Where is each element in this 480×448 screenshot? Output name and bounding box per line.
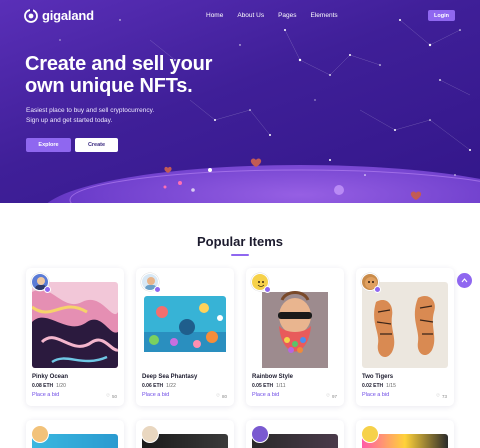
item-image[interactable]: [32, 282, 118, 368]
hero-section: gigaland Home About Us Pages Elements Lo…: [0, 0, 480, 203]
item-image[interactable]: [252, 282, 338, 368]
item-card[interactable]: Two Tigers 0.02 ETH 1/15 Place a bid ♡ 73: [356, 268, 454, 406]
item-image[interactable]: [142, 282, 228, 368]
nav-link-elements[interactable]: Elements: [311, 12, 338, 19]
top-navbar: gigaland Home About Us Pages Elements Lo…: [0, 0, 480, 30]
like-count: 97: [331, 393, 337, 399]
item-price: 0.06 ETH 1/22: [142, 383, 176, 389]
hero-subtitle: Easiest place to buy and sell cryptocurr…: [26, 106, 154, 126]
item-card[interactable]: Deep Sea Phantasy 0.06 ETH 1/22 Place a b…: [136, 268, 234, 406]
place-bid-link[interactable]: Place a bid: [252, 392, 279, 398]
nav-link-about-us[interactable]: About Us: [237, 12, 264, 19]
nav-link-pages[interactable]: Pages: [278, 12, 296, 19]
item-name[interactable]: Deep Sea Phantasy: [142, 374, 197, 380]
section-title: Popular Items: [197, 234, 283, 249]
item-price: 0.08 ETH 1/20: [32, 383, 66, 389]
like-count: 50: [111, 393, 117, 399]
nav-links: Home About Us Pages Elements: [206, 12, 352, 19]
login-button[interactable]: Login: [428, 10, 455, 21]
place-bid-link[interactable]: Place a bid: [142, 392, 169, 398]
item-price-value: 0.02 ETH: [362, 383, 384, 389]
explore-button[interactable]: Explore: [26, 138, 71, 152]
heart-icon: ♡: [435, 393, 440, 398]
place-bid-link[interactable]: Place a bid: [362, 392, 389, 398]
item-card[interactable]: Pinky Ocean 0.08 ETH 1/20 Place a bid ♡ 50: [26, 268, 124, 406]
verified-icon: [374, 286, 381, 293]
scroll-to-top-button[interactable]: [457, 273, 472, 288]
creator-avatar[interactable]: [141, 425, 159, 443]
item-name[interactable]: Pinky Ocean: [32, 374, 68, 380]
item-price-value: 0.06 ETH: [142, 383, 164, 389]
item-price-value: 0.08 ETH: [32, 383, 54, 389]
verified-icon: [264, 286, 271, 293]
item-price: 0.05 ETH 1/11: [252, 383, 286, 389]
heart-icon: ♡: [105, 393, 110, 398]
item-edition-count: 1/20: [56, 383, 66, 389]
nav-link-home[interactable]: Home: [206, 12, 223, 19]
heart-icon: ♡: [215, 393, 220, 398]
like-count: 73: [441, 393, 447, 399]
item-card[interactable]: [136, 420, 234, 448]
heart-icon: ♡: [325, 393, 330, 398]
item-card[interactable]: Rainbow Style 0.05 ETH 1/11 Place a bid ♡…: [246, 268, 344, 406]
like-count: 80: [221, 393, 227, 399]
create-button[interactable]: Create: [75, 138, 118, 152]
verified-icon: [154, 286, 161, 293]
like-button[interactable]: ♡ 73: [436, 393, 447, 399]
logo-swirl-icon: [24, 8, 38, 23]
hero-title: Create and sell your own unique NFTs.: [25, 53, 213, 97]
verified-icon: [44, 286, 51, 293]
item-price: 0.02 ETH 1/15: [362, 383, 396, 389]
like-button[interactable]: ♡ 80: [216, 393, 227, 399]
brand-logo[interactable]: gigaland: [24, 8, 94, 23]
place-bid-link[interactable]: Place a bid: [32, 392, 59, 398]
like-button[interactable]: ♡ 97: [326, 393, 337, 399]
item-card[interactable]: [26, 420, 124, 448]
item-name[interactable]: Two Tigers: [362, 374, 393, 380]
item-name[interactable]: Rainbow Style: [252, 374, 293, 380]
creator-avatar[interactable]: [31, 425, 49, 443]
item-price-value: 0.05 ETH: [252, 383, 274, 389]
item-edition-count: 1/15: [386, 383, 396, 389]
item-image[interactable]: [362, 282, 448, 368]
hero-subtitle-line-2: Sign up and get started today.: [26, 117, 113, 124]
item-card[interactable]: [356, 420, 454, 448]
section-title-underline: [231, 254, 249, 256]
hero-subtitle-line-1: Easiest place to buy and sell cryptocurr…: [26, 107, 155, 114]
arrow-up-icon: [461, 278, 468, 283]
creator-avatar[interactable]: [251, 425, 269, 443]
like-button[interactable]: ♡ 50: [106, 393, 117, 399]
item-edition-count: 1/22: [166, 383, 176, 389]
item-card[interactable]: [246, 420, 344, 448]
hero-background: [47, 19, 480, 203]
item-edition-count: 1/11: [276, 383, 286, 389]
creator-avatar[interactable]: [361, 425, 379, 443]
brand-name: gigaland: [42, 8, 94, 23]
